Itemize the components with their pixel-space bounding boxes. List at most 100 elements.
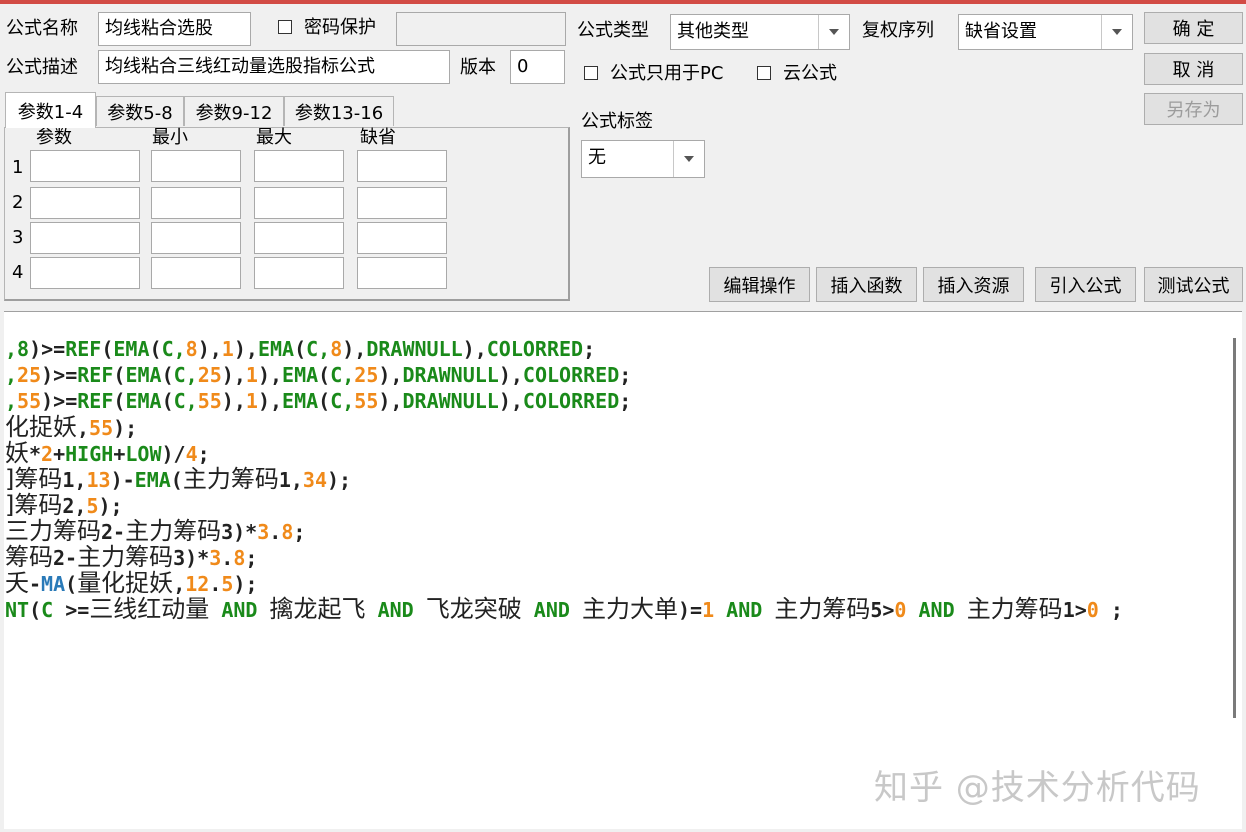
tab-params-5-8[interactable]: 参数5-8 [96, 96, 184, 126]
password-checkbox[interactable] [278, 20, 292, 34]
param-name-input[interactable] [30, 257, 140, 289]
tag-select[interactable]: 无 [581, 140, 705, 178]
tab-params-9-12[interactable]: 参数9-12 [184, 96, 284, 126]
code-token: ; [1098, 598, 1123, 622]
cloud-checkbox[interactable] [757, 66, 771, 80]
version-input[interactable]: 0 [510, 50, 565, 84]
code-line: 夭-MA(量化捉妖,12.5); [5, 570, 258, 597]
code-line: 化捉妖,55); [5, 414, 137, 441]
code-token: )/ [161, 442, 186, 466]
code-token: C [41, 598, 54, 622]
import-formula-button[interactable]: 引入公式 [1035, 267, 1136, 302]
code-token: REF [77, 389, 114, 413]
code-line: 筹码2-主力筹码3)*3.8; [5, 544, 257, 571]
pc-only-checkbox[interactable] [584, 66, 598, 80]
param-default-input[interactable] [357, 257, 447, 289]
param-default-input[interactable] [357, 187, 447, 219]
code-token: 55 [89, 416, 114, 440]
insert-resource-button[interactable]: 插入资源 [923, 267, 1024, 302]
code-token: ), [221, 389, 246, 413]
save-as-button[interactable]: 另存为 [1144, 93, 1243, 125]
chevron-down-icon[interactable] [818, 15, 849, 49]
ok-button[interactable]: 确 定 [1144, 12, 1243, 44]
code-token: 筹码 [5, 543, 53, 571]
code-token: 主力筹码 [774, 595, 871, 623]
formula-type-select[interactable]: 其他类型 [670, 14, 850, 50]
code-token: 1, [62, 468, 87, 492]
code-token: . [269, 520, 282, 544]
param-max-input[interactable] [254, 150, 344, 182]
param-max-input[interactable] [254, 187, 344, 219]
param-name-input[interactable] [30, 187, 140, 219]
param-min-input[interactable] [151, 187, 241, 219]
code-token: , [5, 363, 18, 387]
code-token: 夭 [5, 569, 29, 597]
formula-desc-input[interactable]: 均线粘合三线红动量选股指标公式 [98, 50, 450, 84]
code-token: ]筹码 [5, 465, 63, 493]
code-token: 3)* [173, 546, 210, 570]
code-token: ( [29, 598, 42, 622]
tab-params-1-4[interactable]: 参数1-4 [5, 92, 96, 128]
param-default-input[interactable] [357, 222, 447, 254]
code-token: 4 [185, 442, 198, 466]
code-token: 25 [17, 363, 42, 387]
tab-params-13-16[interactable]: 参数13-16 [284, 96, 394, 126]
code-token: AND [906, 598, 967, 622]
code-line: NT(C >=三线红动量 AND 擒龙起飞 AND 飞龙突破 AND 主力大单)… [5, 596, 1123, 623]
code-token: ; [583, 337, 596, 361]
param-default-input[interactable] [357, 150, 447, 182]
editor-scrollbar[interactable] [1233, 338, 1236, 718]
code-token: MA [41, 572, 66, 596]
code-token: NT [5, 598, 30, 622]
code-token: ); [327, 468, 352, 492]
pc-only-label: 公式只用于PC [610, 63, 724, 84]
code-token: ); [233, 572, 258, 596]
cloud-label: 云公式 [783, 63, 837, 84]
password-input[interactable] [396, 12, 566, 46]
param-name-input[interactable] [30, 150, 140, 182]
code-token: ( [170, 468, 183, 492]
chevron-down-icon[interactable] [673, 141, 704, 177]
param-row-number: 3 [12, 227, 24, 248]
code-token: 2 [41, 442, 54, 466]
rights-value: 缺省设置 [965, 21, 1037, 42]
code-token: ), [378, 389, 403, 413]
code-token: 主力筹码 [77, 543, 174, 571]
code-line: ]筹码2,5); [5, 492, 123, 519]
code-token: ; [293, 520, 306, 544]
code-token: AND [365, 598, 426, 622]
param-max-input[interactable] [254, 257, 344, 289]
code-token: REF [65, 337, 102, 361]
code-token: 化捉妖 [5, 413, 77, 441]
code-token: )- [110, 468, 135, 492]
code-token: 55 [17, 389, 42, 413]
code-token: , [5, 389, 18, 413]
formula-name-input[interactable]: 均线粘合选股 [98, 12, 251, 46]
cancel-button[interactable]: 取 消 [1144, 53, 1243, 85]
code-token: 12 [185, 572, 210, 596]
code-token: ; [245, 546, 258, 570]
param-min-input[interactable] [151, 257, 241, 289]
param-min-input[interactable] [151, 222, 241, 254]
param-max-input[interactable] [254, 222, 344, 254]
code-token: 8 [185, 337, 198, 361]
rights-select[interactable]: 缺省设置 [958, 14, 1133, 50]
formula-desc-label: 公式描述 [6, 57, 78, 78]
code-token: ( [161, 389, 174, 413]
code-token: )>= [41, 363, 78, 387]
insert-function-button[interactable]: 插入函数 [816, 267, 917, 302]
code-token: , [173, 572, 186, 596]
code-token: 三线红动量 [89, 595, 210, 623]
edit-ops-button[interactable]: 编辑操作 [709, 267, 810, 302]
param-row-number: 1 [12, 157, 24, 178]
chevron-down-icon[interactable] [1101, 15, 1132, 49]
code-token: 3 [257, 520, 270, 544]
code-token: C, [330, 389, 355, 413]
code-token: >= [53, 598, 90, 622]
code-token: + [53, 442, 66, 466]
password-label: 密码保护 [304, 17, 376, 38]
code-token: EMA [134, 468, 171, 492]
test-formula-button[interactable]: 测试公式 [1144, 267, 1243, 302]
param-name-input[interactable] [30, 222, 140, 254]
param-min-input[interactable] [151, 150, 241, 182]
